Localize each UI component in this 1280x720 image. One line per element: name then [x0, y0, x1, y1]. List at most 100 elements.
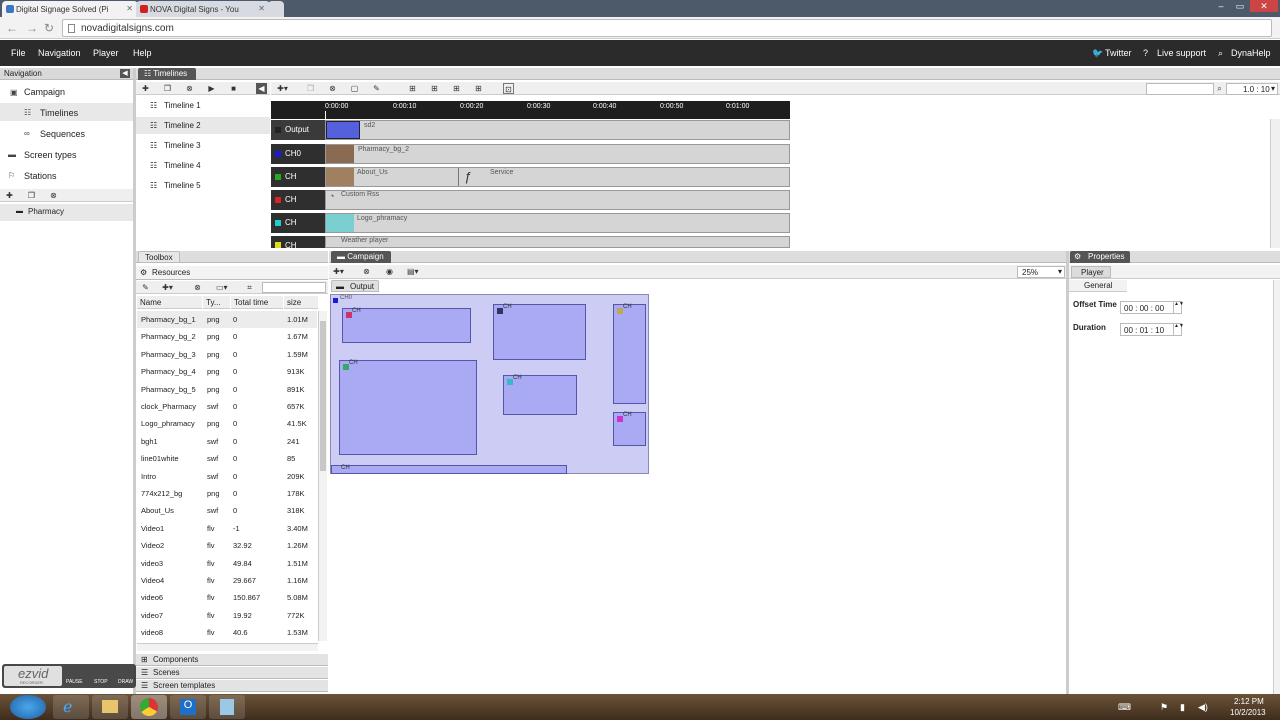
collapse-icon[interactable]: ◀	[256, 83, 267, 94]
tab-timelines[interactable]: ☷ Timelines	[138, 68, 196, 80]
maximize-icon[interactable]: ▭	[1229, 0, 1251, 12]
folder-icon[interactable]	[92, 695, 128, 719]
support-icon[interactable]: ?	[1143, 48, 1148, 58]
timeline-search-input[interactable]	[1146, 83, 1214, 95]
properties-scrollbar[interactable]	[1273, 280, 1280, 694]
resources-search-input[interactable]	[262, 282, 326, 293]
table-row[interactable]: video7 flv 19.92 772K	[137, 607, 317, 624]
volume-icon[interactable]: ◀)	[1198, 702, 1208, 713]
timeline-scrollbar[interactable]	[1270, 119, 1280, 248]
col-total-time[interactable]: Total time	[231, 296, 283, 309]
screen-region[interactable]: CH	[339, 360, 477, 455]
copy-icon[interactable]: ❐	[26, 190, 37, 201]
channel-ch0[interactable]: CH0	[271, 144, 325, 164]
browser-tab-active[interactable]: Digital Signage Solved (Pi ✕	[2, 1, 138, 17]
channel-output[interactable]: Output	[271, 120, 325, 140]
table-row[interactable]: Pharmacy_bg_4 png 0 913K	[137, 363, 317, 380]
nav-sequences[interactable]: Sequences	[40, 129, 85, 139]
flag-icon[interactable]: ⚑	[1160, 702, 1168, 713]
table-row[interactable]: clock_Pharmacy swf 0 657K	[137, 398, 317, 415]
campaign-zoom-select[interactable]: 25% ▾	[1017, 266, 1065, 278]
section-scenes[interactable]: ☰ Scenes	[136, 667, 328, 679]
clip-thumb[interactable]	[326, 168, 354, 186]
table-row[interactable]: About_Us swf 0 318K	[137, 502, 317, 519]
table-row[interactable]: Intro swf 0 209K	[137, 468, 317, 485]
live-support-link[interactable]: Live support	[1157, 48, 1206, 58]
screen-region[interactable]: CH	[493, 304, 586, 360]
table-row[interactable]: Video2 flv 32.92 1.26M	[137, 537, 317, 554]
col-type[interactable]: Ty...	[203, 296, 230, 309]
station-row[interactable]: ▬ Pharmacy	[0, 204, 133, 221]
dynahelp-link[interactable]: DynaHelp	[1231, 48, 1271, 58]
table-row[interactable]: Logo_phramacy png 0 41.5K	[137, 415, 317, 432]
duration-input[interactable]: 00 : 01 : 10 ▲▼	[1120, 323, 1184, 336]
delete-icon[interactable]: ⊗	[327, 83, 338, 94]
reload-icon[interactable]: ↻	[44, 21, 54, 35]
resize-icon[interactable]: ⊡	[503, 83, 514, 94]
play-icon[interactable]: ▶	[206, 83, 217, 94]
tab-toolbox[interactable]: Toolbox	[138, 251, 180, 263]
hide-icon[interactable]: ▢	[349, 83, 360, 94]
nav-campaign[interactable]: Campaign	[24, 87, 65, 97]
delete-icon[interactable]: ⊗	[48, 190, 59, 201]
twitter-link[interactable]: Twitter	[1105, 48, 1132, 58]
timeline-item[interactable]: Timeline 4	[164, 161, 201, 170]
view-icon[interactable]: ▭▾	[216, 282, 228, 293]
tab-player[interactable]: Player	[1071, 266, 1111, 278]
eye-icon[interactable]: ◉	[384, 266, 395, 277]
clock-date[interactable]: 10/2/2013	[1230, 708, 1266, 717]
add-channel-icon[interactable]: ✚▾	[277, 83, 288, 94]
add-icon[interactable]: ✚▾	[333, 266, 344, 277]
outlook-icon[interactable]: O	[170, 695, 206, 719]
stop-icon[interactable]: ■	[228, 83, 239, 94]
chrome-icon[interactable]	[131, 695, 167, 719]
stop-button[interactable]: STOP	[94, 679, 108, 685]
offset-time-input[interactable]: 00 : 00 : 00 ▲▼	[1120, 301, 1184, 314]
channel-track[interactable]: Weather player	[325, 236, 790, 248]
table-row[interactable]: video6 flv 150.867 5.08M	[137, 589, 317, 606]
collapse-icon[interactable]: ◀	[120, 69, 130, 78]
table-row[interactable]: 774x212_bg png 0 178K	[137, 485, 317, 502]
nav-timelines[interactable]: Timelines	[40, 108, 78, 118]
close-window-icon[interactable]: ✕	[1250, 0, 1278, 12]
close-tab-icon[interactable]: ✕	[126, 4, 133, 13]
table-row[interactable]: line01white swf 0 85	[137, 450, 317, 467]
stepper-icon[interactable]: ▲▼	[1173, 302, 1184, 313]
clip-thumb[interactable]	[326, 145, 354, 163]
table-row[interactable]: Video4 flv 29.667 1.16M	[137, 572, 317, 589]
channel-track[interactable]: Logo_phramacy	[325, 213, 790, 233]
clip-thumb[interactable]	[326, 121, 360, 139]
channel-ch[interactable]: CH	[271, 190, 325, 210]
tab-properties[interactable]: ⚙ Properties	[1070, 251, 1130, 263]
tab-output[interactable]: ▬ Output	[331, 280, 379, 292]
channel-track[interactable]: sd2	[325, 120, 790, 140]
close-tab-icon[interactable]: ✕	[258, 4, 265, 13]
menu-player[interactable]: Player	[93, 48, 119, 58]
col-name[interactable]: Name	[137, 296, 202, 309]
timeline-item[interactable]: Timeline 5	[164, 181, 201, 190]
delete-icon[interactable]: ⊗	[184, 83, 195, 94]
add-timeline-icon[interactable]: ✚	[140, 83, 151, 94]
browser-tab[interactable]: NOVA Digital Signs - You ✕	[136, 1, 270, 17]
delete-icon[interactable]: ⊗	[361, 266, 372, 277]
table-row[interactable]: bgh1 swf 0 241	[137, 433, 317, 450]
url-input[interactable]: novadigitalsigns.com	[62, 19, 1272, 37]
draw-button[interactable]: DRAW	[118, 679, 133, 685]
align-left-icon[interactable]: ⊞	[407, 83, 418, 94]
channel-track[interactable]: Pharmacy_bg_2	[325, 144, 790, 164]
forward-icon[interactable]: →	[26, 21, 38, 35]
table-row[interactable]: Pharmacy_bg_3 png 0 1.59M	[137, 346, 317, 363]
delete-icon[interactable]: ⊗	[192, 282, 203, 293]
table-row[interactable]: video3 flv 49.84 1.51M	[137, 555, 317, 572]
timeline-item[interactable]: Timeline 1	[164, 101, 201, 110]
channel-ch[interactable]: CH	[271, 236, 325, 250]
table-row[interactable]: Pharmacy_bg_1 png 0 1.01M	[137, 311, 317, 328]
screen-region[interactable]: CH	[613, 304, 646, 404]
menu-navigation[interactable]: Navigation	[38, 48, 81, 58]
nav-screen-types[interactable]: Screen types	[24, 150, 77, 160]
screen-region[interactable]: CH	[331, 465, 567, 474]
splitter[interactable]	[1066, 251, 1069, 694]
clock-time[interactable]: 2:12 PM	[1234, 697, 1264, 706]
distribute-icon[interactable]: ⊞	[473, 83, 484, 94]
app-icon[interactable]	[209, 695, 245, 719]
